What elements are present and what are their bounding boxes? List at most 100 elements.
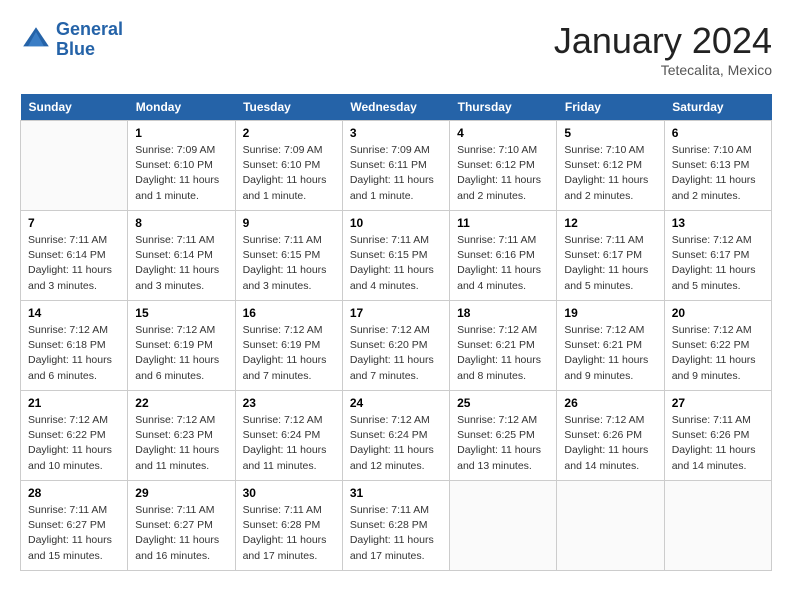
calendar-cell: 18 Sunrise: 7:12 AM Sunset: 6:21 PM Dayli…	[450, 301, 557, 391]
day-info: Sunrise: 7:11 AM Sunset: 6:14 PM Dayligh…	[28, 233, 120, 294]
title-section: January 2024 Tetecalita, Mexico	[554, 20, 772, 78]
calendar-cell: 8 Sunrise: 7:11 AM Sunset: 6:14 PM Daylig…	[128, 211, 235, 301]
day-info: Sunrise: 7:10 AM Sunset: 6:13 PM Dayligh…	[672, 143, 764, 204]
day-info: Sunrise: 7:12 AM Sunset: 6:18 PM Dayligh…	[28, 323, 120, 384]
day-info: Sunrise: 7:12 AM Sunset: 6:22 PM Dayligh…	[28, 413, 120, 474]
day-number: 26	[564, 396, 656, 410]
day-info: Sunrise: 7:10 AM Sunset: 6:12 PM Dayligh…	[564, 143, 656, 204]
day-number: 18	[457, 306, 549, 320]
logo-icon	[20, 24, 52, 56]
calendar-cell: 9 Sunrise: 7:11 AM Sunset: 6:15 PM Daylig…	[235, 211, 342, 301]
calendar-cell: 23 Sunrise: 7:12 AM Sunset: 6:24 PM Dayli…	[235, 391, 342, 481]
day-number: 29	[135, 486, 227, 500]
calendar-cell: 21 Sunrise: 7:12 AM Sunset: 6:22 PM Dayli…	[21, 391, 128, 481]
header-row: SundayMondayTuesdayWednesdayThursdayFrid…	[21, 94, 772, 121]
calendar-cell: 20Sunrise: 7:12 AM Sunset: 6:22 PM Dayli…	[664, 301, 771, 391]
calendar-cell	[450, 481, 557, 571]
day-info: Sunrise: 7:11 AM Sunset: 6:28 PM Dayligh…	[243, 503, 335, 564]
calendar-cell	[664, 481, 771, 571]
calendar-cell: 17 Sunrise: 7:12 AM Sunset: 6:20 PM Dayli…	[342, 301, 449, 391]
day-info: Sunrise: 7:09 AM Sunset: 6:10 PM Dayligh…	[135, 143, 227, 204]
day-number: 10	[350, 216, 442, 230]
day-info: Sunrise: 7:09 AM Sunset: 6:11 PM Dayligh…	[350, 143, 442, 204]
day-info: Sunrise: 7:12 AM Sunset: 6:22 PM Dayligh…	[672, 323, 764, 384]
day-info: Sunrise: 7:12 AM Sunset: 6:25 PM Dayligh…	[457, 413, 549, 474]
day-number: 5	[564, 126, 656, 140]
calendar-cell: 12 Sunrise: 7:11 AM Sunset: 6:17 PM Dayli…	[557, 211, 664, 301]
calendar-cell: 1 Sunrise: 7:09 AM Sunset: 6:10 PM Daylig…	[128, 121, 235, 211]
calendar-cell: 16Sunrise: 7:12 AM Sunset: 6:19 PM Dayli…	[235, 301, 342, 391]
day-number: 4	[457, 126, 549, 140]
day-number: 13	[672, 216, 764, 230]
calendar-cell: 2Sunrise: 7:09 AM Sunset: 6:10 PM Daylig…	[235, 121, 342, 211]
calendar-cell	[557, 481, 664, 571]
day-info: Sunrise: 7:11 AM Sunset: 6:17 PM Dayligh…	[564, 233, 656, 294]
day-info: Sunrise: 7:09 AM Sunset: 6:10 PM Dayligh…	[243, 143, 335, 204]
header-cell-thursday: Thursday	[450, 94, 557, 121]
day-info: Sunrise: 7:11 AM Sunset: 6:15 PM Dayligh…	[350, 233, 442, 294]
day-number: 25	[457, 396, 549, 410]
calendar-cell: 27Sunrise: 7:11 AM Sunset: 6:26 PM Dayli…	[664, 391, 771, 481]
week-row-1: 1 Sunrise: 7:09 AM Sunset: 6:10 PM Daylig…	[21, 121, 772, 211]
calendar-cell: 24 Sunrise: 7:12 AM Sunset: 6:24 PM Dayli…	[342, 391, 449, 481]
day-number: 27	[672, 396, 764, 410]
header-cell-sunday: Sunday	[21, 94, 128, 121]
day-number: 3	[350, 126, 442, 140]
day-number: 12	[564, 216, 656, 230]
calendar-cell: 14 Sunrise: 7:12 AM Sunset: 6:18 PM Dayli…	[21, 301, 128, 391]
day-info: Sunrise: 7:12 AM Sunset: 6:20 PM Dayligh…	[350, 323, 442, 384]
day-number: 8	[135, 216, 227, 230]
calendar-cell: 3 Sunrise: 7:09 AM Sunset: 6:11 PM Daylig…	[342, 121, 449, 211]
header-cell-wednesday: Wednesday	[342, 94, 449, 121]
location: Tetecalita, Mexico	[554, 62, 772, 78]
calendar-cell: 13 Sunrise: 7:12 AM Sunset: 6:17 PM Dayli…	[664, 211, 771, 301]
day-number: 21	[28, 396, 120, 410]
day-info: Sunrise: 7:12 AM Sunset: 6:23 PM Dayligh…	[135, 413, 227, 474]
day-number: 7	[28, 216, 120, 230]
day-number: 30	[243, 486, 335, 500]
day-info: Sunrise: 7:11 AM Sunset: 6:16 PM Dayligh…	[457, 233, 549, 294]
header-cell-friday: Friday	[557, 94, 664, 121]
header-cell-saturday: Saturday	[664, 94, 771, 121]
day-number: 14	[28, 306, 120, 320]
day-info: Sunrise: 7:12 AM Sunset: 6:24 PM Dayligh…	[243, 413, 335, 474]
day-number: 11	[457, 216, 549, 230]
day-info: Sunrise: 7:11 AM Sunset: 6:27 PM Dayligh…	[135, 503, 227, 564]
month-title: January 2024	[554, 20, 772, 62]
week-row-3: 14 Sunrise: 7:12 AM Sunset: 6:18 PM Dayli…	[21, 301, 772, 391]
day-number: 19	[564, 306, 656, 320]
week-row-4: 21 Sunrise: 7:12 AM Sunset: 6:22 PM Dayli…	[21, 391, 772, 481]
day-info: Sunrise: 7:12 AM Sunset: 6:24 PM Dayligh…	[350, 413, 442, 474]
day-number: 15	[135, 306, 227, 320]
day-info: Sunrise: 7:11 AM Sunset: 6:27 PM Dayligh…	[28, 503, 120, 564]
calendar-cell: 11 Sunrise: 7:11 AM Sunset: 6:16 PM Dayli…	[450, 211, 557, 301]
day-number: 6	[672, 126, 764, 140]
day-number: 23	[243, 396, 335, 410]
calendar-cell: 7 Sunrise: 7:11 AM Sunset: 6:14 PM Daylig…	[21, 211, 128, 301]
calendar-table: SundayMondayTuesdayWednesdayThursdayFrid…	[20, 94, 772, 571]
day-info: Sunrise: 7:10 AM Sunset: 6:12 PM Dayligh…	[457, 143, 549, 204]
day-info: Sunrise: 7:12 AM Sunset: 6:21 PM Dayligh…	[564, 323, 656, 384]
page-header: General Blue January 2024 Tetecalita, Me…	[20, 20, 772, 78]
day-number: 9	[243, 216, 335, 230]
day-info: Sunrise: 7:11 AM Sunset: 6:14 PM Dayligh…	[135, 233, 227, 294]
header-cell-tuesday: Tuesday	[235, 94, 342, 121]
day-number: 1	[135, 126, 227, 140]
day-info: Sunrise: 7:11 AM Sunset: 6:15 PM Dayligh…	[243, 233, 335, 294]
day-info: Sunrise: 7:12 AM Sunset: 6:19 PM Dayligh…	[135, 323, 227, 384]
day-number: 17	[350, 306, 442, 320]
calendar-cell: 30 Sunrise: 7:11 AM Sunset: 6:28 PM Dayli…	[235, 481, 342, 571]
day-info: Sunrise: 7:12 AM Sunset: 6:17 PM Dayligh…	[672, 233, 764, 294]
day-number: 16	[243, 306, 335, 320]
calendar-cell: 6 Sunrise: 7:10 AM Sunset: 6:13 PM Daylig…	[664, 121, 771, 211]
day-number: 28	[28, 486, 120, 500]
day-info: Sunrise: 7:12 AM Sunset: 6:21 PM Dayligh…	[457, 323, 549, 384]
calendar-cell: 22Sunrise: 7:12 AM Sunset: 6:23 PM Dayli…	[128, 391, 235, 481]
day-number: 31	[350, 486, 442, 500]
calendar-cell: 4 Sunrise: 7:10 AM Sunset: 6:12 PM Daylig…	[450, 121, 557, 211]
day-number: 24	[350, 396, 442, 410]
calendar-cell: 15 Sunrise: 7:12 AM Sunset: 6:19 PM Dayli…	[128, 301, 235, 391]
day-info: Sunrise: 7:12 AM Sunset: 6:26 PM Dayligh…	[564, 413, 656, 474]
calendar-cell: 29 Sunrise: 7:11 AM Sunset: 6:27 PM Dayli…	[128, 481, 235, 571]
calendar-cell: 26 Sunrise: 7:12 AM Sunset: 6:26 PM Dayli…	[557, 391, 664, 481]
